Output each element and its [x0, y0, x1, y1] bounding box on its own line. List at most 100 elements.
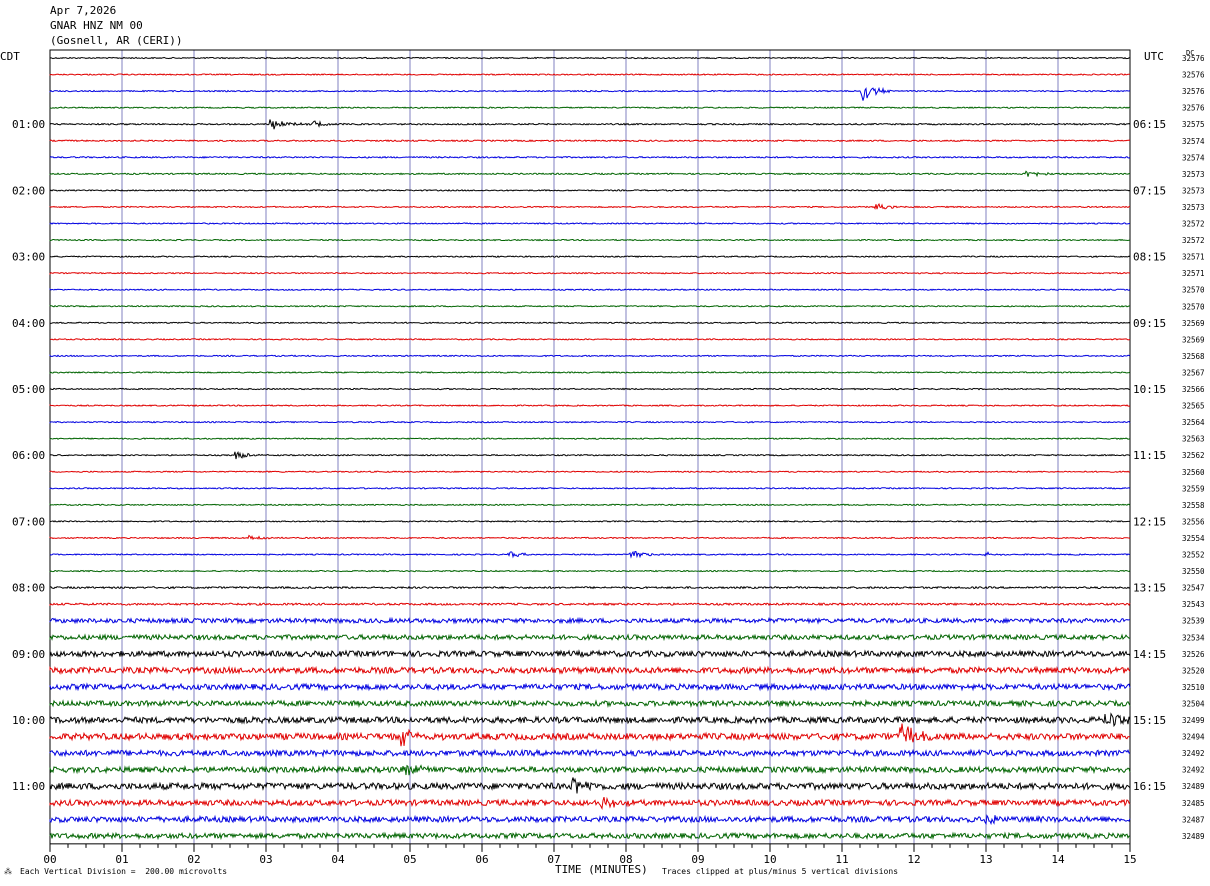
left-hour-label: 11:00: [12, 780, 45, 793]
trace-line: [49, 534, 1131, 541]
dc-offset-label: 32570: [1182, 302, 1205, 311]
trace-line: [49, 520, 1130, 523]
trace-line: [49, 255, 1131, 258]
dc-offset-label: 32492: [1182, 749, 1205, 758]
dc-offset-label: 32558: [1182, 501, 1205, 510]
trace-line: [49, 723, 1131, 747]
left-hour-label: 02:00: [12, 184, 45, 197]
x-tick-label: 06: [475, 853, 488, 866]
dc-offset-label: 32567: [1182, 368, 1205, 377]
right-hour-label: 08:15: [1133, 251, 1166, 264]
trace-line: [49, 602, 1131, 607]
left-hour-label: 09:00: [12, 648, 45, 661]
trace-line: [49, 777, 1131, 794]
trace-line: [49, 616, 1130, 625]
trace-line: [49, 486, 1131, 490]
dc-offset-label: 32520: [1182, 666, 1205, 675]
trace-line: [49, 665, 1131, 676]
x-tick-label: 01: [115, 853, 128, 866]
x-tick-label: 14: [1051, 853, 1065, 866]
trace-line: [49, 170, 1131, 178]
trace-line: [49, 796, 1131, 811]
trace-line: [49, 387, 1131, 391]
right-hour-label: 06:15: [1133, 118, 1166, 131]
dc-offset-label: 32492: [1182, 766, 1205, 775]
trace-line: [49, 698, 1131, 708]
dc-offset-label: 32572: [1182, 220, 1205, 229]
dc-offset-label: 32543: [1182, 600, 1205, 609]
trace-line: [49, 288, 1131, 292]
dc-offset-label: 32494: [1182, 733, 1205, 742]
dc-offset-label: 32569: [1182, 319, 1205, 328]
right-hour-label: 16:15: [1133, 780, 1166, 793]
trace-line: [49, 585, 1131, 590]
dc-offset-label: 32550: [1182, 567, 1205, 576]
dc-offset-label: 32574: [1182, 137, 1205, 146]
trace-line: [49, 119, 1131, 130]
dc-offset-label: 32510: [1182, 683, 1205, 692]
dc-offset-label: 32554: [1182, 534, 1205, 543]
left-hour-label: 06:00: [12, 449, 45, 462]
trace-line: [49, 420, 1131, 424]
seismogram-plot: 32576 32576 32576 32576 32575 32574 32574 32573…: [12, 49, 1205, 866]
dc-offset-label: 32571: [1182, 253, 1205, 262]
trace-line: [49, 814, 1131, 826]
dc-offset-label: 32489: [1182, 782, 1205, 791]
trace-line: [49, 86, 1131, 101]
x-axis-title: TIME (MINUTES): [555, 863, 648, 876]
dc-offset-label: 32565: [1182, 402, 1205, 411]
dc-offset-label: 32572: [1182, 236, 1205, 245]
trace-line: [49, 73, 1131, 76]
right-hour-label: 13:15: [1133, 582, 1166, 595]
dc-offset-label: 32571: [1182, 269, 1205, 278]
x-tick-label: 15: [1123, 853, 1136, 866]
dc-offset-label: 32499: [1182, 716, 1205, 725]
trace-line: [49, 371, 1131, 374]
dc-offset-label: 32566: [1182, 385, 1205, 394]
trace-line: [49, 470, 1131, 474]
dc-offset-label: 32485: [1182, 799, 1205, 808]
x-tick-label: 10: [763, 853, 776, 866]
x-tick-label: 00: [43, 853, 56, 866]
trace-line: [49, 404, 1131, 407]
dc-offset-label: 32576: [1182, 87, 1205, 96]
right-hour-label: 09:15: [1133, 317, 1166, 330]
trace-line: [49, 682, 1131, 692]
dc-offset-label: 32489: [1182, 832, 1205, 841]
x-tick-label: 04: [331, 853, 345, 866]
left-hour-label: 04:00: [12, 317, 45, 330]
trace-line: [49, 189, 1131, 193]
trace-line: [49, 321, 1131, 325]
dc-offset-label: 32573: [1182, 203, 1205, 212]
trace-line: [49, 139, 1131, 143]
trace-line: [49, 271, 1131, 275]
dc-offset-label: 32576: [1182, 54, 1205, 63]
dc-offset-label: 32539: [1182, 617, 1205, 626]
trace-line: [49, 550, 1131, 559]
dc-offset-label: 32534: [1182, 633, 1205, 642]
trace-line: [49, 503, 1131, 507]
right-hour-label: 10:15: [1133, 383, 1166, 396]
right-hour-label: 14:15: [1133, 648, 1166, 661]
dc-offset-label: 32575: [1182, 120, 1205, 129]
trace-line: [49, 56, 1131, 60]
trace-line: [49, 831, 1131, 841]
x-tick-label: 02: [187, 853, 200, 866]
trace-line: [49, 649, 1131, 659]
right-hour-label: 11:15: [1133, 449, 1166, 462]
trace-line: [49, 748, 1131, 758]
right-hour-label: 15:15: [1133, 714, 1166, 727]
left-hour-label: 01:00: [12, 118, 45, 131]
dc-offset-label: 32564: [1182, 418, 1205, 427]
dc-offset-label: 32504: [1182, 699, 1205, 708]
trace-line: [49, 338, 1131, 341]
trace-line: [49, 437, 1131, 440]
trace-line: [49, 764, 1131, 776]
x-tick-label: 13: [979, 853, 992, 866]
dc-offset-label: 32576: [1182, 71, 1205, 80]
left-hour-label: 05:00: [12, 383, 45, 396]
dc-offset-label: 32562: [1182, 451, 1205, 460]
trace-line: [49, 450, 1131, 460]
dc-offset-label: 32547: [1182, 584, 1205, 593]
left-hour-label: 10:00: [12, 714, 45, 727]
